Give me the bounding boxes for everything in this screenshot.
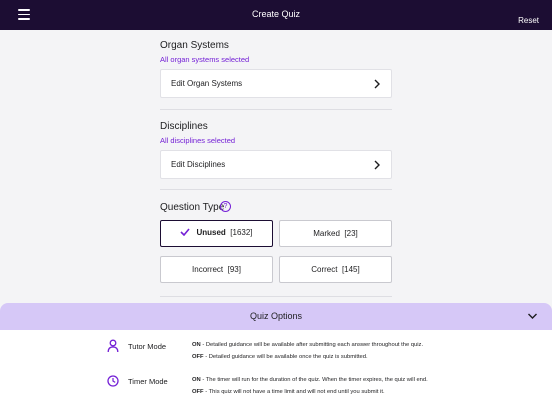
divider xyxy=(160,109,392,110)
off-text: - This quiz will not have a time limit a… xyxy=(203,389,385,395)
tutor-mode-off-description: OFF - Detailed guidance will be availabl… xyxy=(192,354,368,360)
disciplines-title: Disciplines xyxy=(160,121,208,132)
quiz-options-panel: Tutor Mode ON - Detailed guidance will b… xyxy=(0,330,552,414)
on-key: ON xyxy=(192,342,201,348)
timer-mode-label[interactable]: Timer Mode xyxy=(128,377,168,386)
on-text: - The timer will run for the duration of… xyxy=(200,377,428,383)
question-type-label: Incorrect xyxy=(192,265,224,274)
question-type-incorrect-button[interactable]: Incorrect [93] xyxy=(160,256,273,283)
question-type-label: Correct xyxy=(311,265,338,274)
off-text: - Detailed guidance will be available on… xyxy=(203,354,368,360)
chevron-down-icon[interactable] xyxy=(527,312,538,320)
timer-mode-off-description: OFF - This quiz will not have a time lim… xyxy=(192,389,385,395)
top-bar: Create Quiz Reset xyxy=(0,0,552,30)
question-type-correct-button[interactable]: Correct [145] xyxy=(279,256,392,283)
edit-disciplines-button[interactable]: Edit Disciplines xyxy=(160,150,392,179)
checkmark-icon xyxy=(180,228,191,236)
person-icon xyxy=(107,339,119,353)
clock-icon xyxy=(107,375,119,387)
disciplines-status: All disciplines selected xyxy=(160,136,236,145)
timer-mode-on-description: ON - The timer will run for the duration… xyxy=(192,377,428,383)
question-type-label: Marked xyxy=(313,229,340,238)
page-title: Create Quiz xyxy=(251,9,301,19)
organ-systems-status: All organ systems selected xyxy=(160,55,250,64)
question-type-marked-button[interactable]: Marked [23] xyxy=(279,220,392,247)
chevron-right-icon xyxy=(374,79,380,89)
question-type-count: [1632] xyxy=(230,228,253,237)
edit-disciplines-label: Edit Disciplines xyxy=(171,160,226,169)
chevron-right-icon xyxy=(374,160,380,170)
divider xyxy=(160,296,392,297)
tutor-mode-on-description: ON - Detailed guidance will be available… xyxy=(192,342,423,348)
off-key: OFF xyxy=(192,389,204,395)
reset-button[interactable]: Reset xyxy=(518,16,539,25)
help-icon[interactable]: ? xyxy=(220,201,231,212)
question-type-count: [93] xyxy=(227,265,241,274)
edit-organ-systems-label: Edit Organ Systems xyxy=(171,79,243,88)
edit-organ-systems-button[interactable]: Edit Organ Systems xyxy=(160,69,392,98)
divider xyxy=(160,189,392,190)
question-type-title: Question Type xyxy=(160,202,225,213)
on-text: - Detailed guidance will be available af… xyxy=(200,342,424,348)
quiz-options-toggle[interactable]: Quiz Options xyxy=(0,303,552,330)
question-type-unused-button[interactable]: Unused [1632] xyxy=(160,220,273,247)
off-key: OFF xyxy=(192,354,204,360)
on-key: ON xyxy=(192,377,201,383)
quiz-options-title: Quiz Options xyxy=(249,311,303,321)
question-type-count: [23] xyxy=(344,229,358,238)
question-type-count: [145] xyxy=(341,265,360,274)
question-type-label: Unused xyxy=(196,228,226,237)
organ-systems-title: Organ Systems xyxy=(160,40,229,51)
tutor-mode-label[interactable]: Tutor Mode xyxy=(128,342,166,351)
